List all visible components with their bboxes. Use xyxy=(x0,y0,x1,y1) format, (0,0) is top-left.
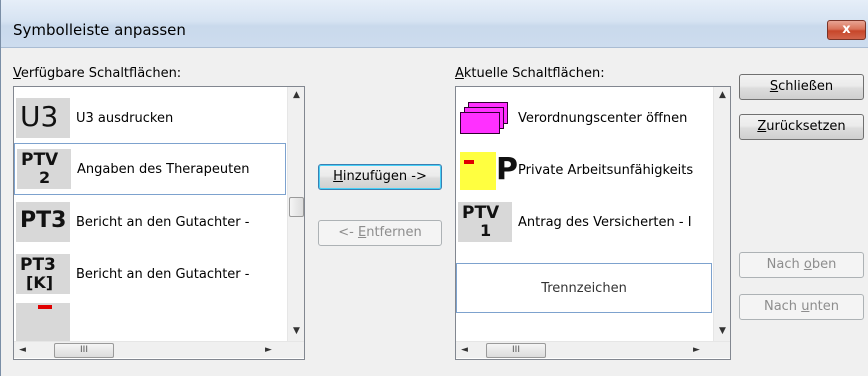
down-label-pre: Nach xyxy=(763,299,802,314)
close-button[interactable]: Schließen xyxy=(739,74,864,100)
scroll-thumb-horizontal[interactable]: III xyxy=(54,343,114,358)
list-item-label: U3 ausdrucken xyxy=(76,110,174,126)
current-label-accel: A xyxy=(455,66,464,81)
pt3k-icon-line1: PT3 xyxy=(20,255,56,275)
available-label-accel: V xyxy=(13,66,21,81)
pt3k-icon: PT3 [K] xyxy=(16,254,70,294)
reset-button[interactable]: Zurücksetzen xyxy=(739,114,864,140)
red-mark xyxy=(464,160,474,164)
list-item-label: Private Arbeitsunfähigkeits xyxy=(518,162,694,178)
vertical-scrollbar[interactable]: ▲ ▼ xyxy=(287,87,304,341)
separator-item[interactable]: Trennzeichen xyxy=(456,263,712,313)
u3-icon-text: U3 xyxy=(20,100,59,133)
close-label-accel: S xyxy=(769,79,779,94)
list-item[interactable]: Verordnungscenter öffnen xyxy=(456,93,712,143)
list-item[interactable]: PTV 1 Antrag des Versicherten - I xyxy=(456,197,712,247)
grip-icon: III xyxy=(512,345,520,355)
remove-label-accel: E xyxy=(357,225,367,240)
remove-button[interactable]: <- Entfernen xyxy=(318,220,442,246)
remove-label-pre: <- xyxy=(338,225,358,240)
scroll-right-arrow[interactable]: ► xyxy=(260,342,277,359)
scroll-up-arrow[interactable]: ▲ xyxy=(288,87,305,104)
scroll-left-arrow[interactable]: ◄ xyxy=(456,342,473,359)
u3-icon: U3 xyxy=(16,98,70,138)
current-label-rest: ktuelle Schaltflächen: xyxy=(463,66,605,81)
available-buttons-label: Verfügbare Schaltflächen: xyxy=(13,66,181,81)
current-buttons-label: Aktuelle Schaltflächen: xyxy=(455,66,605,81)
down-label-post: nten xyxy=(809,299,840,314)
list-item[interactable]: P Private Arbeitsunfähigkeits xyxy=(456,145,712,195)
up-label-pre: Nach xyxy=(766,257,804,272)
ptv1-icon-line2: 1 xyxy=(480,221,492,240)
add-label-post: inzufügen -> xyxy=(342,169,427,184)
scroll-down-arrow[interactable]: ▼ xyxy=(714,323,731,340)
partial-icon xyxy=(16,303,70,341)
up-label-accel: o xyxy=(803,257,812,272)
card-shape xyxy=(460,112,500,134)
available-buttons-list[interactable]: U3 U3 ausdrucken PTV 2 Angaben des Thera… xyxy=(13,86,305,360)
list-item-label: Trennzeichen xyxy=(541,280,627,296)
private-au-icon-letter: P xyxy=(496,152,518,187)
pt3-icon-text: PT3 xyxy=(20,208,67,233)
list-item[interactable]: PT3 Bericht an den Gutachter - xyxy=(14,197,286,247)
list-item-label: Verordnungscenter öffnen xyxy=(518,110,688,126)
scroll-thumb-horizontal[interactable]: III xyxy=(486,343,546,358)
prescription-center-icon xyxy=(458,98,512,138)
yellow-form xyxy=(460,152,496,190)
close-label-post: chließen xyxy=(778,79,834,94)
current-buttons-list[interactable]: Verordnungscenter öffnen P Private Arbei… xyxy=(455,86,731,360)
scroll-thumb[interactable] xyxy=(289,197,304,217)
list-item[interactable]: U3 U3 ausdrucken xyxy=(14,93,286,143)
list-item-selected[interactable]: PTV 2 Angaben des Therapeuten xyxy=(14,143,286,195)
close-icon: x xyxy=(842,22,851,37)
horizontal-scrollbar[interactable]: ◄ III ► xyxy=(14,341,304,358)
title-bar: Symbolleiste anpassen x xyxy=(1,0,868,48)
pt3k-icon-line2: [K] xyxy=(26,273,54,292)
vertical-scrollbar[interactable]: ▲ ▼ xyxy=(713,87,730,341)
private-au-icon: P xyxy=(458,150,518,190)
scroll-down-arrow[interactable]: ▼ xyxy=(288,323,305,340)
available-label-rest: erfügbare Schaltflächen: xyxy=(20,66,182,81)
customize-toolbar-dialog: Symbolleiste anpassen x Verfügbare Schal… xyxy=(0,0,868,376)
ptv2-icon-line2: 2 xyxy=(39,168,51,187)
list-item-label: Antrag des Versicherten - I xyxy=(518,214,692,230)
add-button[interactable]: Hinzufügen -> xyxy=(318,164,442,190)
remove-label-post: ntfernen xyxy=(366,225,422,240)
list-item-label: Angaben des Therapeuten xyxy=(77,161,250,177)
move-down-button[interactable]: Nach unten xyxy=(739,294,864,320)
pt3-icon: PT3 xyxy=(16,202,70,242)
ptv1-icon-line1: PTV xyxy=(462,203,500,223)
scroll-left-arrow[interactable]: ◄ xyxy=(14,342,31,359)
close-window-button[interactable]: x xyxy=(827,20,866,40)
list-item-label: Bericht an den Gutachter - xyxy=(76,266,250,282)
add-label-accel: H xyxy=(333,169,343,184)
partial-icon-mark xyxy=(38,305,52,309)
ptv1-icon: PTV 1 xyxy=(458,202,512,242)
grip-icon: III xyxy=(80,345,88,355)
scroll-right-arrow[interactable]: ► xyxy=(688,342,705,359)
horizontal-scrollbar[interactable]: ◄ III ► xyxy=(456,341,730,358)
reset-label-accel: Z xyxy=(757,119,767,134)
list-item-label: Bericht an den Gutachter - xyxy=(76,214,250,230)
list-item[interactable]: PT3 [K] Bericht an den Gutachter - xyxy=(14,249,286,299)
ptv2-icon-line1: PTV xyxy=(21,150,59,170)
dialog-title: Symbolleiste anpassen xyxy=(13,21,186,39)
move-up-button[interactable]: Nach oben xyxy=(739,252,864,278)
ptv2-icon: PTV 2 xyxy=(17,149,71,189)
reset-label-post: urücksetzen xyxy=(766,119,846,134)
up-label-post: ben xyxy=(811,257,837,272)
scroll-up-arrow[interactable]: ▲ xyxy=(714,87,731,104)
